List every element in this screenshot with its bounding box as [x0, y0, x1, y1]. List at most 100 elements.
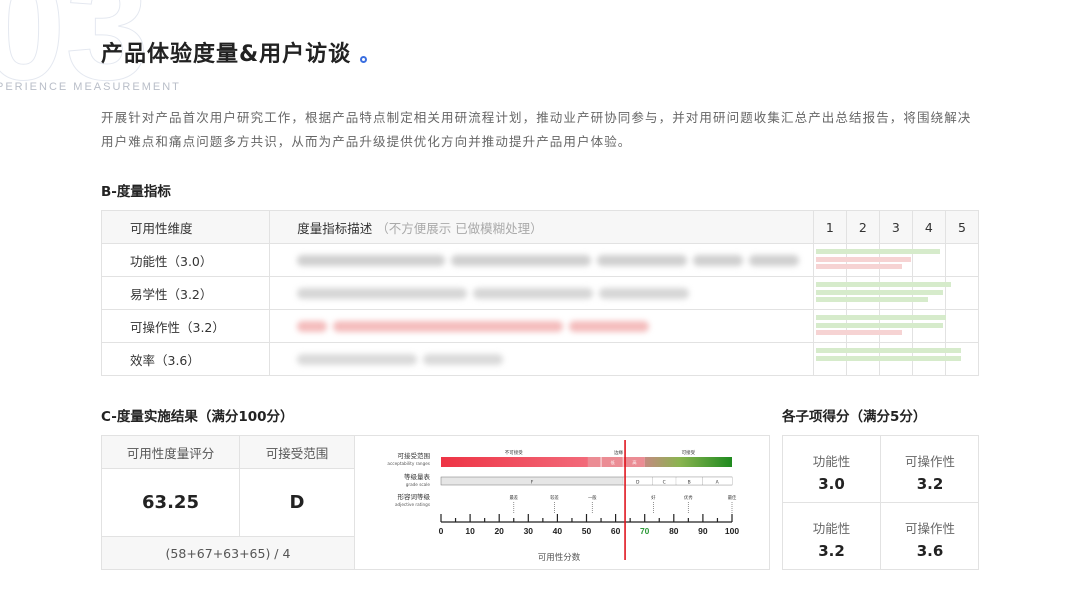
- row1-label-cn: 可接受范围: [398, 451, 431, 460]
- axis-tick-label: 100: [725, 526, 739, 536]
- blurred-text: [297, 320, 813, 332]
- sub-score-3-value: 3.2: [818, 542, 845, 560]
- axis-tick-label: 40: [553, 526, 563, 536]
- axis-tick-label: 20: [494, 526, 504, 536]
- range-label: 边缘: [614, 449, 623, 456]
- sub-score-2: 可操作性 3.2: [881, 436, 979, 503]
- row1-label-en: acceptability ranges: [387, 461, 430, 466]
- blurred-segment: [451, 254, 592, 266]
- metrics-row: 效率（3.6）: [100, 342, 980, 376]
- grade-letter: B: [688, 480, 691, 486]
- metric-description-blurred: [269, 342, 814, 376]
- sub-score-4-value: 3.6: [916, 542, 944, 560]
- score-header: 可用性度量评分: [101, 435, 240, 469]
- blurred-segment: [297, 320, 328, 332]
- sub-score-1-value: 3.0: [818, 475, 845, 493]
- blurred-segment: [597, 254, 688, 266]
- score-cell-4: [911, 243, 946, 277]
- score-cell-3: [878, 276, 913, 310]
- score-cell-2: [845, 243, 880, 277]
- header-dimension: 可用性维度: [100, 210, 271, 244]
- score-cell-1: [812, 243, 940, 277]
- score-cell-2: [845, 342, 880, 376]
- score-cell-4: [911, 309, 946, 343]
- score-bars: [814, 310, 947, 342]
- metrics-table-header: 可用性维度 度量指标描述 （不方便展示 已做模糊处理） 1 2 3 4 5: [100, 210, 980, 244]
- score-cell-2: [845, 309, 880, 343]
- result-table: 可用性度量评分 可接受范围 63.25 D (58+67+63+65) / 4: [101, 435, 355, 570]
- score-bars: [814, 244, 940, 276]
- row2-label-cn: 等级量表: [404, 472, 431, 481]
- metric-dimension: 可操作性（3.2）: [100, 309, 271, 343]
- sus-scale-diagram: 可接受范围 acceptability ranges 等级量表 grade sc…: [387, 440, 739, 563]
- adjective-label: 一般: [588, 494, 597, 501]
- blurred-segment: [297, 353, 418, 365]
- metric-description-blurred: [269, 243, 814, 277]
- blurred-segment: [473, 287, 594, 299]
- metric-dimension: 易学性（3.2）: [100, 276, 271, 310]
- metric-dimension: 功能性（3.0）: [100, 243, 271, 277]
- blurred-text: [297, 287, 813, 299]
- header-score-4: 4: [911, 210, 946, 244]
- row2-label-en: grade scale: [406, 482, 431, 487]
- title-dot-icon: [360, 56, 368, 63]
- score-cell-4: [911, 342, 946, 376]
- section-c-title: C-度量实施结果（满分100分）: [101, 409, 294, 425]
- blurred-segment: [423, 353, 504, 365]
- adjective-label: 优秀: [684, 494, 693, 501]
- blurred-segment: [333, 320, 564, 332]
- axis-tick-label: 70: [640, 526, 650, 536]
- background-subtitle: PERIENCE MEASUREMENT: [0, 81, 181, 93]
- sus-scale-panel: 可接受范围 acceptability ranges 等级量表 grade sc…: [355, 435, 770, 570]
- score-bars: [814, 343, 961, 375]
- page-title: 产品体验度量&用户访谈: [101, 36, 368, 68]
- header-score-3: 3: [878, 210, 913, 244]
- usability-grade: D: [239, 468, 355, 537]
- sub-scores-grid: 功能性 3.0 可操作性 3.2 功能性 3.2 可操作性 3.6: [782, 435, 979, 570]
- blurred-segment: [693, 254, 744, 266]
- metric-description-blurred: [269, 309, 814, 343]
- score-cell-3: [878, 243, 913, 277]
- sub-score-4-label: 可操作性: [904, 521, 955, 536]
- adjective-label: 最佳: [728, 494, 737, 501]
- blurred-segment: [297, 287, 468, 299]
- scale-axis-label: 可用性分数: [538, 552, 581, 563]
- blurred-segment: [599, 287, 690, 299]
- adjective-label: 最差: [509, 494, 518, 501]
- axis-tick-label: 0: [439, 526, 444, 536]
- grade-letter: C: [663, 480, 666, 486]
- sub-score-2-value: 3.2: [916, 475, 944, 493]
- adjective-label: 好: [651, 494, 656, 501]
- metrics-table-body: 功能性（3.0） 易学性（3.2） 可操作性（3.2） 效率（3.6）: [100, 243, 980, 376]
- axis-tick-label: 50: [582, 526, 592, 536]
- section-scores-title: 各子项得分（满分5分）: [782, 409, 927, 425]
- metric-description-blurred: [269, 276, 814, 310]
- adjective-label: 较差: [550, 494, 559, 501]
- score-cell-1: [812, 276, 952, 310]
- blurred-text: [297, 353, 813, 365]
- score-cell-5: [944, 243, 980, 277]
- metrics-row: 可操作性（3.2）: [100, 309, 980, 343]
- range-header: 可接受范围: [239, 435, 355, 469]
- range-inner-label: 高: [632, 459, 636, 466]
- score-cell-3: [878, 309, 913, 343]
- sub-score-3: 功能性 3.2: [783, 503, 881, 570]
- section-b-title: B-度量指标: [101, 184, 171, 200]
- row3-label-en: adjective ratings: [395, 502, 430, 507]
- metrics-row: 易学性（3.2）: [100, 276, 980, 310]
- range-unacceptable-bar: [441, 457, 588, 467]
- score-bars: [814, 277, 952, 309]
- score-cell-5: [944, 309, 980, 343]
- range-label: 不可接受: [505, 449, 523, 456]
- metrics-table: 可用性维度 度量指标描述 （不方便展示 已做模糊处理） 1 2 3 4 5 功能性…: [100, 210, 980, 376]
- sub-score-1-label: 功能性: [812, 454, 851, 469]
- score-cell-5: [944, 342, 980, 376]
- header-score-2: 2: [845, 210, 880, 244]
- header-description-note: （不方便展示 已做模糊处理）: [376, 220, 543, 236]
- axis-tick-label: 30: [524, 526, 534, 536]
- sub-score-4: 可操作性 3.6: [881, 503, 979, 570]
- page-title-text: 产品体验度量&用户访谈: [101, 42, 352, 67]
- axis-tick-label: 80: [669, 526, 679, 536]
- metric-dimension: 效率（3.6）: [100, 342, 271, 376]
- blurred-segment: [749, 254, 800, 266]
